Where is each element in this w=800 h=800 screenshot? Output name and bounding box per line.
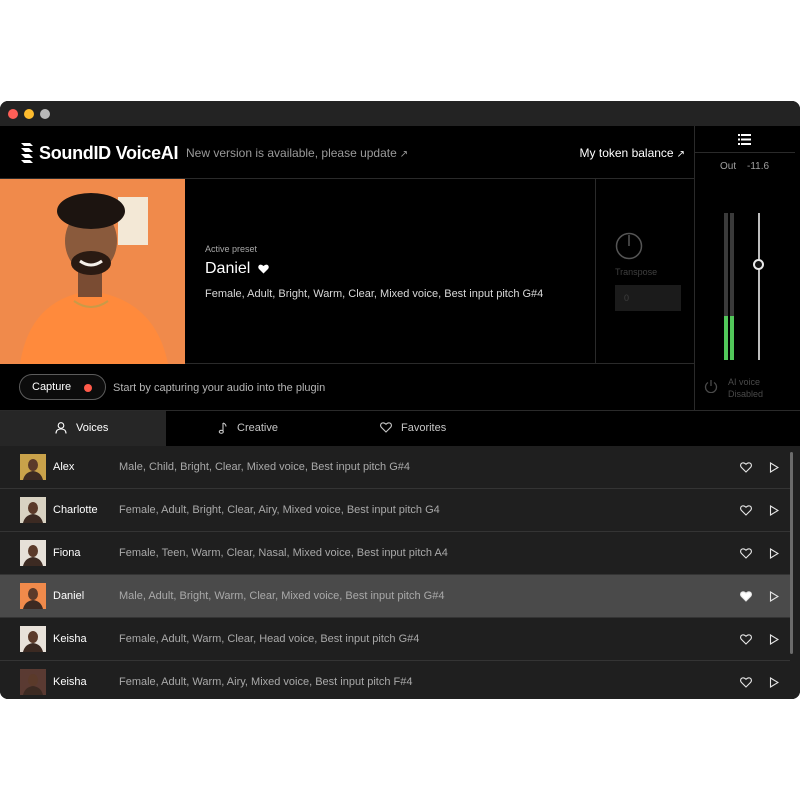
play-icon[interactable] <box>769 505 779 516</box>
menu-button[interactable] <box>695 126 795 153</box>
voice-list: Alex Male, Child, Bright, Clear, Mixed vo… <box>0 446 800 699</box>
voice-avatar <box>20 626 46 652</box>
left-level-fill <box>724 316 728 360</box>
minimize-window-button[interactable] <box>24 109 34 119</box>
voice-tabs: Voices Creative Favorites <box>0 410 800 447</box>
play-icon[interactable] <box>769 591 779 602</box>
transpose-control: Transpose 0 <box>595 179 694 364</box>
transpose-label: Transpose <box>615 267 658 277</box>
voice-description: Female, Adult, Warm, Airy, Mixed voice, … <box>119 676 413 688</box>
ai-voice-label: AI voice <box>728 377 761 387</box>
heart-icon[interactable] <box>258 264 269 274</box>
voice-row[interactable]: Keisha Female, Adult, Warm, Clear, Head v… <box>0 618 790 661</box>
active-preset-name: Daniel <box>205 260 251 277</box>
capture-hint-text: Start by capturing your audio into the p… <box>113 382 326 394</box>
play-icon[interactable] <box>769 462 779 473</box>
output-volume-slider[interactable] <box>758 213 760 360</box>
heart-icon[interactable] <box>740 591 752 602</box>
tab-voices-label: Voices <box>76 422 109 434</box>
voice-avatar <box>20 669 46 695</box>
external-link-icon: ↗ <box>399 149 409 160</box>
left-level-meter <box>724 213 728 360</box>
heart-icon[interactable] <box>740 634 752 645</box>
output-level-value: -11.6 <box>747 161 770 172</box>
play-icon[interactable] <box>769 548 779 559</box>
active-preset-description: Female, Adult, Bright, Warm, Clear, Mixe… <box>205 288 544 300</box>
voice-description: Female, Adult, Bright, Clear, Airy, Mixe… <box>119 504 440 516</box>
voice-row[interactable]: Keisha Female, Adult, Warm, Airy, Mixed v… <box>0 661 790 699</box>
capture-button[interactable]: Capture <box>19 374 106 400</box>
active-preset-panel: Active preset Daniel Female, Adult, Brig… <box>0 179 694 364</box>
voice-row[interactable]: Fiona Female, Teen, Warm, Clear, Nasal, M… <box>0 532 790 575</box>
list-menu-icon <box>738 134 751 145</box>
active-preset-label: Active preset <box>205 244 258 254</box>
heart-icon[interactable] <box>740 505 752 516</box>
right-level-meter <box>730 213 734 360</box>
capture-button-label: Capture <box>32 381 72 393</box>
power-icon <box>704 380 718 393</box>
voice-description: Male, Adult, Bright, Warm, Clear, Mixed … <box>119 590 445 602</box>
tab-favorites-label: Favorites <box>401 422 447 434</box>
voice-name: Keisha <box>53 676 87 688</box>
soundid-logo-icon <box>21 143 33 163</box>
voice-name: Alex <box>53 461 75 473</box>
token-balance-text: My token balance <box>579 146 674 160</box>
app-window: SoundID VoiceAI New version is available… <box>0 101 800 699</box>
heart-icon[interactable] <box>740 548 752 559</box>
record-dot-icon <box>84 384 92 392</box>
update-notice-text: New version is available, please update <box>186 146 397 160</box>
ai-voice-state: Disabled <box>728 389 764 399</box>
preset-portrait-image <box>0 179 185 364</box>
app-header: SoundID VoiceAI New version is available… <box>0 126 694 179</box>
tab-favorites[interactable]: Favorites <box>332 411 498 447</box>
list-scrollbar[interactable] <box>790 452 793 654</box>
update-notice-link[interactable]: New version is available, please update ↗ <box>186 146 408 160</box>
transpose-dial[interactable] <box>615 232 643 260</box>
heart-icon[interactable] <box>740 462 752 473</box>
play-icon[interactable] <box>769 677 779 688</box>
token-balance-link[interactable]: My token balance ↗ <box>580 146 685 160</box>
music-note-icon <box>218 422 227 434</box>
voice-description: Male, Child, Bright, Clear, Mixed voice,… <box>119 461 411 473</box>
voice-row[interactable]: Alex Male, Child, Bright, Clear, Mixed vo… <box>0 446 790 489</box>
output-volume-knob[interactable] <box>753 259 764 270</box>
voice-name: Daniel <box>53 590 85 602</box>
output-label: Out <box>720 161 737 172</box>
voice-description: Female, Adult, Warm, Clear, Head voice, … <box>119 633 420 645</box>
transpose-input[interactable]: 0 <box>615 285 681 311</box>
voice-name: Fiona <box>53 547 81 559</box>
voice-avatar <box>20 454 46 480</box>
play-icon[interactable] <box>769 634 779 645</box>
tab-creative-label: Creative <box>237 422 278 434</box>
person-icon <box>55 422 67 434</box>
voice-avatar <box>20 540 46 566</box>
voice-avatar <box>20 497 46 523</box>
external-link-icon: ↗ <box>676 149 685 160</box>
voice-name: Keisha <box>53 633 87 645</box>
heart-icon[interactable] <box>740 677 752 688</box>
title-bar <box>0 101 800 126</box>
voice-row[interactable]: Daniel Male, Adult, Bright, Warm, Clear, … <box>0 575 790 618</box>
voice-avatar <box>20 583 46 609</box>
app-title: SoundID VoiceAI <box>39 143 179 163</box>
voice-name: Charlotte <box>53 504 98 516</box>
zoom-window-button[interactable] <box>40 109 50 119</box>
tab-creative[interactable]: Creative <box>166 411 332 447</box>
right-level-fill <box>730 316 734 360</box>
close-window-button[interactable] <box>8 109 18 119</box>
tab-voices[interactable]: Voices <box>0 411 166 447</box>
voice-row[interactable]: Charlotte Female, Adult, Bright, Clear, A… <box>0 489 790 532</box>
voice-description: Female, Teen, Warm, Clear, Nasal, Mixed … <box>119 547 448 559</box>
capture-bar: Capture Start by capturing your audio in… <box>0 364 694 410</box>
ai-voice-toggle[interactable]: AI voice Disabled <box>694 364 800 410</box>
ai-voice-status: AI voice Disabled <box>728 376 763 400</box>
heart-icon <box>380 422 392 433</box>
